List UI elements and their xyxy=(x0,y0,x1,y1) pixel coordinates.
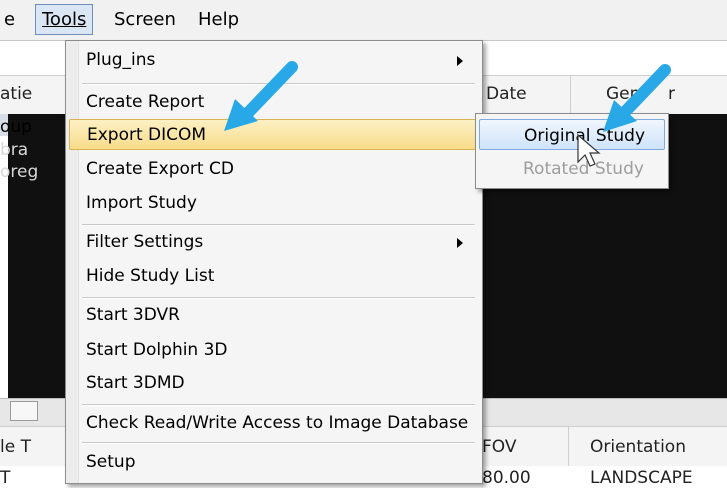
row2-fov: 80.00 xyxy=(482,468,531,488)
menu-file-partial[interactable]: e xyxy=(4,9,15,30)
submenu-arrow-icon xyxy=(457,238,463,248)
submenu-arrow-icon xyxy=(457,56,463,66)
menu-item-hide-study-list[interactable]: Hide Study List xyxy=(69,261,477,292)
submenu-item-rotated-study: Rotated Study xyxy=(479,153,665,184)
menu-item-label: Start 3DMD xyxy=(86,373,185,393)
submenu-item-label: Original Study xyxy=(524,126,646,146)
menu-help[interactable]: Help xyxy=(198,9,239,30)
menu-item-label: Hide Study List xyxy=(86,266,215,286)
menu-item-label: Setup xyxy=(86,452,136,472)
menu-item-import-study[interactable]: Import Study xyxy=(69,188,477,219)
menu-item-label: Start Dolphin 3D xyxy=(86,340,228,360)
submenu-item-label: Rotated Study xyxy=(523,159,644,179)
menu-separator xyxy=(82,297,475,299)
menu-bar: e Tools Screen Help xyxy=(0,0,727,41)
row-fragment-3: oreg xyxy=(0,162,39,182)
submenu-item-original-study[interactable]: Original Study xyxy=(479,119,665,150)
menu-item-label: Create Export CD xyxy=(86,159,234,179)
header-date: Date xyxy=(486,84,527,104)
menu-item-plug-ins[interactable]: Plug_ins xyxy=(69,45,477,76)
menu-item-label: Import Study xyxy=(86,193,197,213)
menu-item-start-3dvr[interactable]: Start 3DVR xyxy=(69,300,477,331)
menu-tools[interactable]: Tools xyxy=(35,4,94,35)
menu-item-setup[interactable]: Setup xyxy=(69,447,477,478)
menu-tools-label: Tools xyxy=(42,9,87,30)
header2-fov: FOV xyxy=(482,437,517,457)
menu-item-label: Check Read/Write Access to Image Databas… xyxy=(86,413,469,433)
row2-orientation: LANDSCAPE xyxy=(590,468,693,488)
menu-separator xyxy=(82,224,475,226)
menu-item-label: Filter Settings xyxy=(86,232,204,252)
menu-item-check-access[interactable]: Check Read/Write Access to Image Databas… xyxy=(69,408,477,439)
menu-separator xyxy=(82,83,475,85)
header2-orientation: Orientation xyxy=(590,437,686,457)
header2-left-partial: le T xyxy=(0,437,31,457)
menu-item-start-3dmd[interactable]: Start 3DMD xyxy=(69,368,477,399)
menu-screen[interactable]: Screen xyxy=(114,9,176,30)
menu-separator xyxy=(82,442,475,444)
menu-item-label: Start 3DVR xyxy=(86,305,180,325)
header-patient-partial: atie xyxy=(0,84,33,104)
menu-item-label: Create Report xyxy=(86,92,205,112)
export-dicom-submenu: Original Study Rotated Study xyxy=(475,113,669,189)
menu-item-label: Export DICOM xyxy=(87,125,207,145)
header-gender-tail: r xyxy=(668,84,675,104)
row-fragment-1: oup xyxy=(0,117,32,137)
menu-item-create-export-cd[interactable]: Create Export CD xyxy=(69,154,477,185)
tools-dropdown-menu: Plug_ins Create Report Export DICOM Crea… xyxy=(65,40,483,484)
header-gender: Gen xyxy=(606,84,641,104)
row-fragment-2: bra xyxy=(0,140,29,160)
menu-item-create-report[interactable]: Create Report xyxy=(69,87,477,118)
menu-item-filter-settings[interactable]: Filter Settings xyxy=(69,227,477,258)
menu-item-export-dicom[interactable]: Export DICOM xyxy=(69,119,477,150)
menu-item-label: Plug_ins xyxy=(86,50,156,70)
menu-item-start-dolphin-3d[interactable]: Start Dolphin 3D xyxy=(69,335,477,366)
strip-button[interactable] xyxy=(10,401,38,421)
menu-separator xyxy=(82,404,475,406)
row2-left-partial: T xyxy=(0,468,11,488)
